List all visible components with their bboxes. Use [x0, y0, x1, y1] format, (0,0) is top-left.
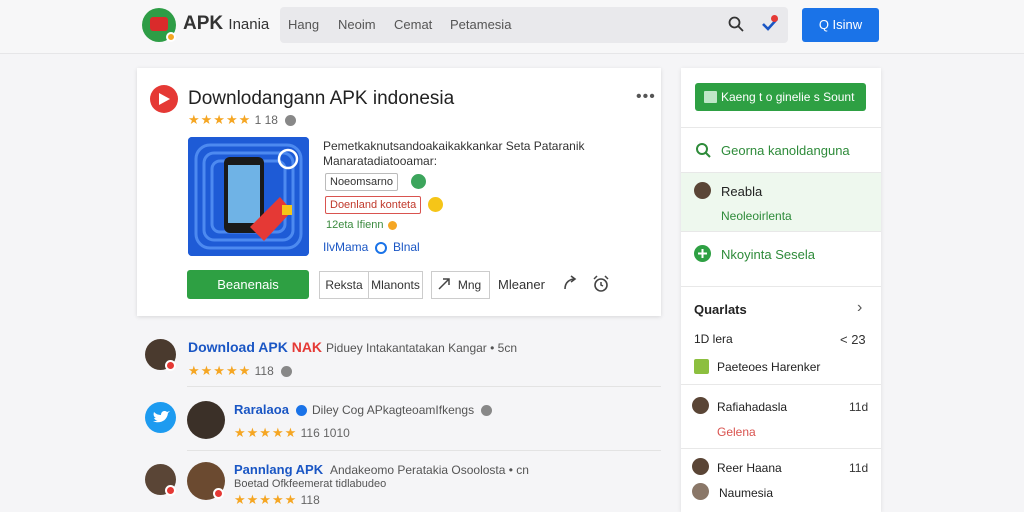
- result-subtitle: Diley Cog APkagteoamIfkengs: [312, 403, 493, 417]
- search-icon: [696, 143, 711, 158]
- live-badge: [213, 488, 224, 499]
- app-description: Pemetkaknutsandoakaikakkankar Seta Patar…: [323, 139, 585, 168]
- result-meta: ★★★★★ 118: [234, 492, 320, 508]
- brand-name[interactable]: APK Inania: [183, 13, 269, 35]
- result-count: 118: [254, 364, 274, 378]
- developer-suffix: Blnal: [393, 240, 420, 254]
- check-icon: [411, 174, 426, 189]
- avatar: [692, 483, 709, 500]
- logo-icon[interactable]: [142, 8, 176, 42]
- image-icon: [704, 91, 717, 103]
- rating-count: 1 18: [254, 113, 278, 127]
- app-rating: ★★★★★ 1 18: [188, 112, 297, 128]
- divider: [187, 450, 661, 451]
- chevron-right-icon[interactable]: ›: [857, 299, 862, 317]
- info-icon: [481, 405, 493, 417]
- avatar: [692, 458, 709, 475]
- result-subtitle: Piduey Intakantatakan Kangar • 5cn: [326, 341, 517, 355]
- stat-value: < 23: [840, 332, 866, 347]
- logo-mark: [150, 17, 168, 31]
- bird-icon: [145, 402, 176, 433]
- logo-badge: [166, 32, 176, 42]
- result-subtitle-2: Boetad Ofkfeemerat tidlabudeo: [234, 478, 387, 490]
- developer-name: IlvMama: [323, 240, 369, 254]
- result-title[interactable]: Download APK NAK: [188, 339, 322, 355]
- user-name[interactable]: Rafiahadasla: [717, 400, 787, 414]
- notification-badge: [771, 15, 778, 22]
- result-meta: ★★★★★ 118: [188, 363, 293, 379]
- segment-button-2[interactable]: Mlanonts: [368, 271, 423, 299]
- share-icon[interactable]: [561, 275, 579, 293]
- result-subtitle-text: Diley Cog APkagteoamIfkengs: [312, 403, 475, 417]
- verified-icon: [295, 405, 307, 417]
- user-name[interactable]: Naumesia: [719, 486, 773, 500]
- result-title[interactable]: Pannlang APK: [234, 462, 323, 477]
- app-status: 12eta Ifienn: [326, 219, 397, 231]
- stat-label: 1D lera: [694, 332, 733, 346]
- app-title: Downlodangann APK indonesia: [188, 88, 455, 109]
- rating-stars: ★★★★★: [188, 363, 252, 378]
- plus-icon: [694, 245, 711, 262]
- live-badge: [165, 485, 176, 496]
- segment-button-1[interactable]: Reksta: [319, 271, 369, 299]
- info-icon: [281, 366, 293, 378]
- result-title-text: Raralaoa: [234, 402, 289, 417]
- emoji-icon: [428, 197, 443, 212]
- info-icon[interactable]: [285, 115, 297, 127]
- live-badge: [165, 360, 176, 371]
- avatar[interactable]: [187, 401, 225, 439]
- app-screenshot-image[interactable]: [188, 137, 309, 256]
- share-label: Mng: [457, 278, 482, 292]
- avatar: [694, 182, 711, 199]
- section-title: Quarlats: [694, 302, 747, 317]
- more-options-icon[interactable]: •••: [636, 88, 656, 106]
- tag-label-red[interactable]: Doenland konteta: [325, 196, 422, 214]
- sidebar-item-label: Nkoyinta Sesela: [721, 247, 815, 262]
- avatar: [692, 397, 709, 414]
- sidebar-item-sub: Neoleoirlenta: [721, 209, 792, 223]
- stat-label[interactable]: Paeteoes Harenker: [717, 360, 820, 374]
- result-count: 116 1010: [300, 426, 350, 440]
- download-button[interactable]: Beanenais: [187, 270, 309, 299]
- divider: [187, 386, 661, 387]
- arrow-icon: [438, 278, 450, 290]
- result-title[interactable]: Raralaoa: [234, 402, 310, 417]
- divider: [681, 384, 881, 385]
- play-icon: [150, 85, 178, 113]
- verified-icon: [374, 241, 387, 254]
- result-subtitle: Andakeomo Peratakia Osoolosta • cn: [330, 463, 529, 477]
- rating-stars: ★★★★★: [234, 425, 298, 440]
- divider: [681, 448, 881, 449]
- result-title-text: Download APK: [188, 339, 288, 355]
- developer-row[interactable]: IlvMama Blnal: [323, 240, 420, 254]
- alarm-icon[interactable]: [592, 275, 610, 293]
- result-count: 118: [300, 493, 320, 507]
- result-title-accent: NAK: [291, 339, 323, 355]
- sidebar-item-label: Georna kanoldanguna: [721, 143, 850, 158]
- search-icon[interactable]: [728, 16, 744, 32]
- rating-stars: ★★★★★: [234, 492, 298, 507]
- divider: [681, 286, 881, 287]
- nav-link-2[interactable]: Neoim: [338, 17, 376, 32]
- coin-icon: [387, 220, 397, 230]
- user-name[interactable]: Reer Haana: [717, 461, 782, 475]
- nav-link-4[interactable]: Petamesia: [450, 17, 511, 32]
- user-value: 11d: [849, 400, 869, 414]
- nav-link-3[interactable]: Cemat: [394, 17, 432, 32]
- more-link[interactable]: Mleaner: [498, 277, 545, 292]
- rating-stars: ★★★★★: [188, 112, 252, 127]
- result-meta: ★★★★★ 116 1010: [234, 425, 350, 441]
- sidebar-item-label: Reabla: [721, 184, 763, 199]
- tag-label[interactable]: Noeomsarno: [325, 173, 398, 191]
- user-value: 11d: [849, 461, 869, 475]
- login-button[interactable]: Q Isinw: [802, 8, 879, 42]
- nav-link-1[interactable]: Hang: [288, 17, 319, 32]
- sidebar-action-button[interactable]: Kaeng t o ginelie s Sount: [695, 83, 866, 111]
- user-sub: Gelena: [717, 425, 756, 439]
- status-text: 12eta Ifienn: [326, 219, 384, 231]
- square-icon: [694, 359, 709, 374]
